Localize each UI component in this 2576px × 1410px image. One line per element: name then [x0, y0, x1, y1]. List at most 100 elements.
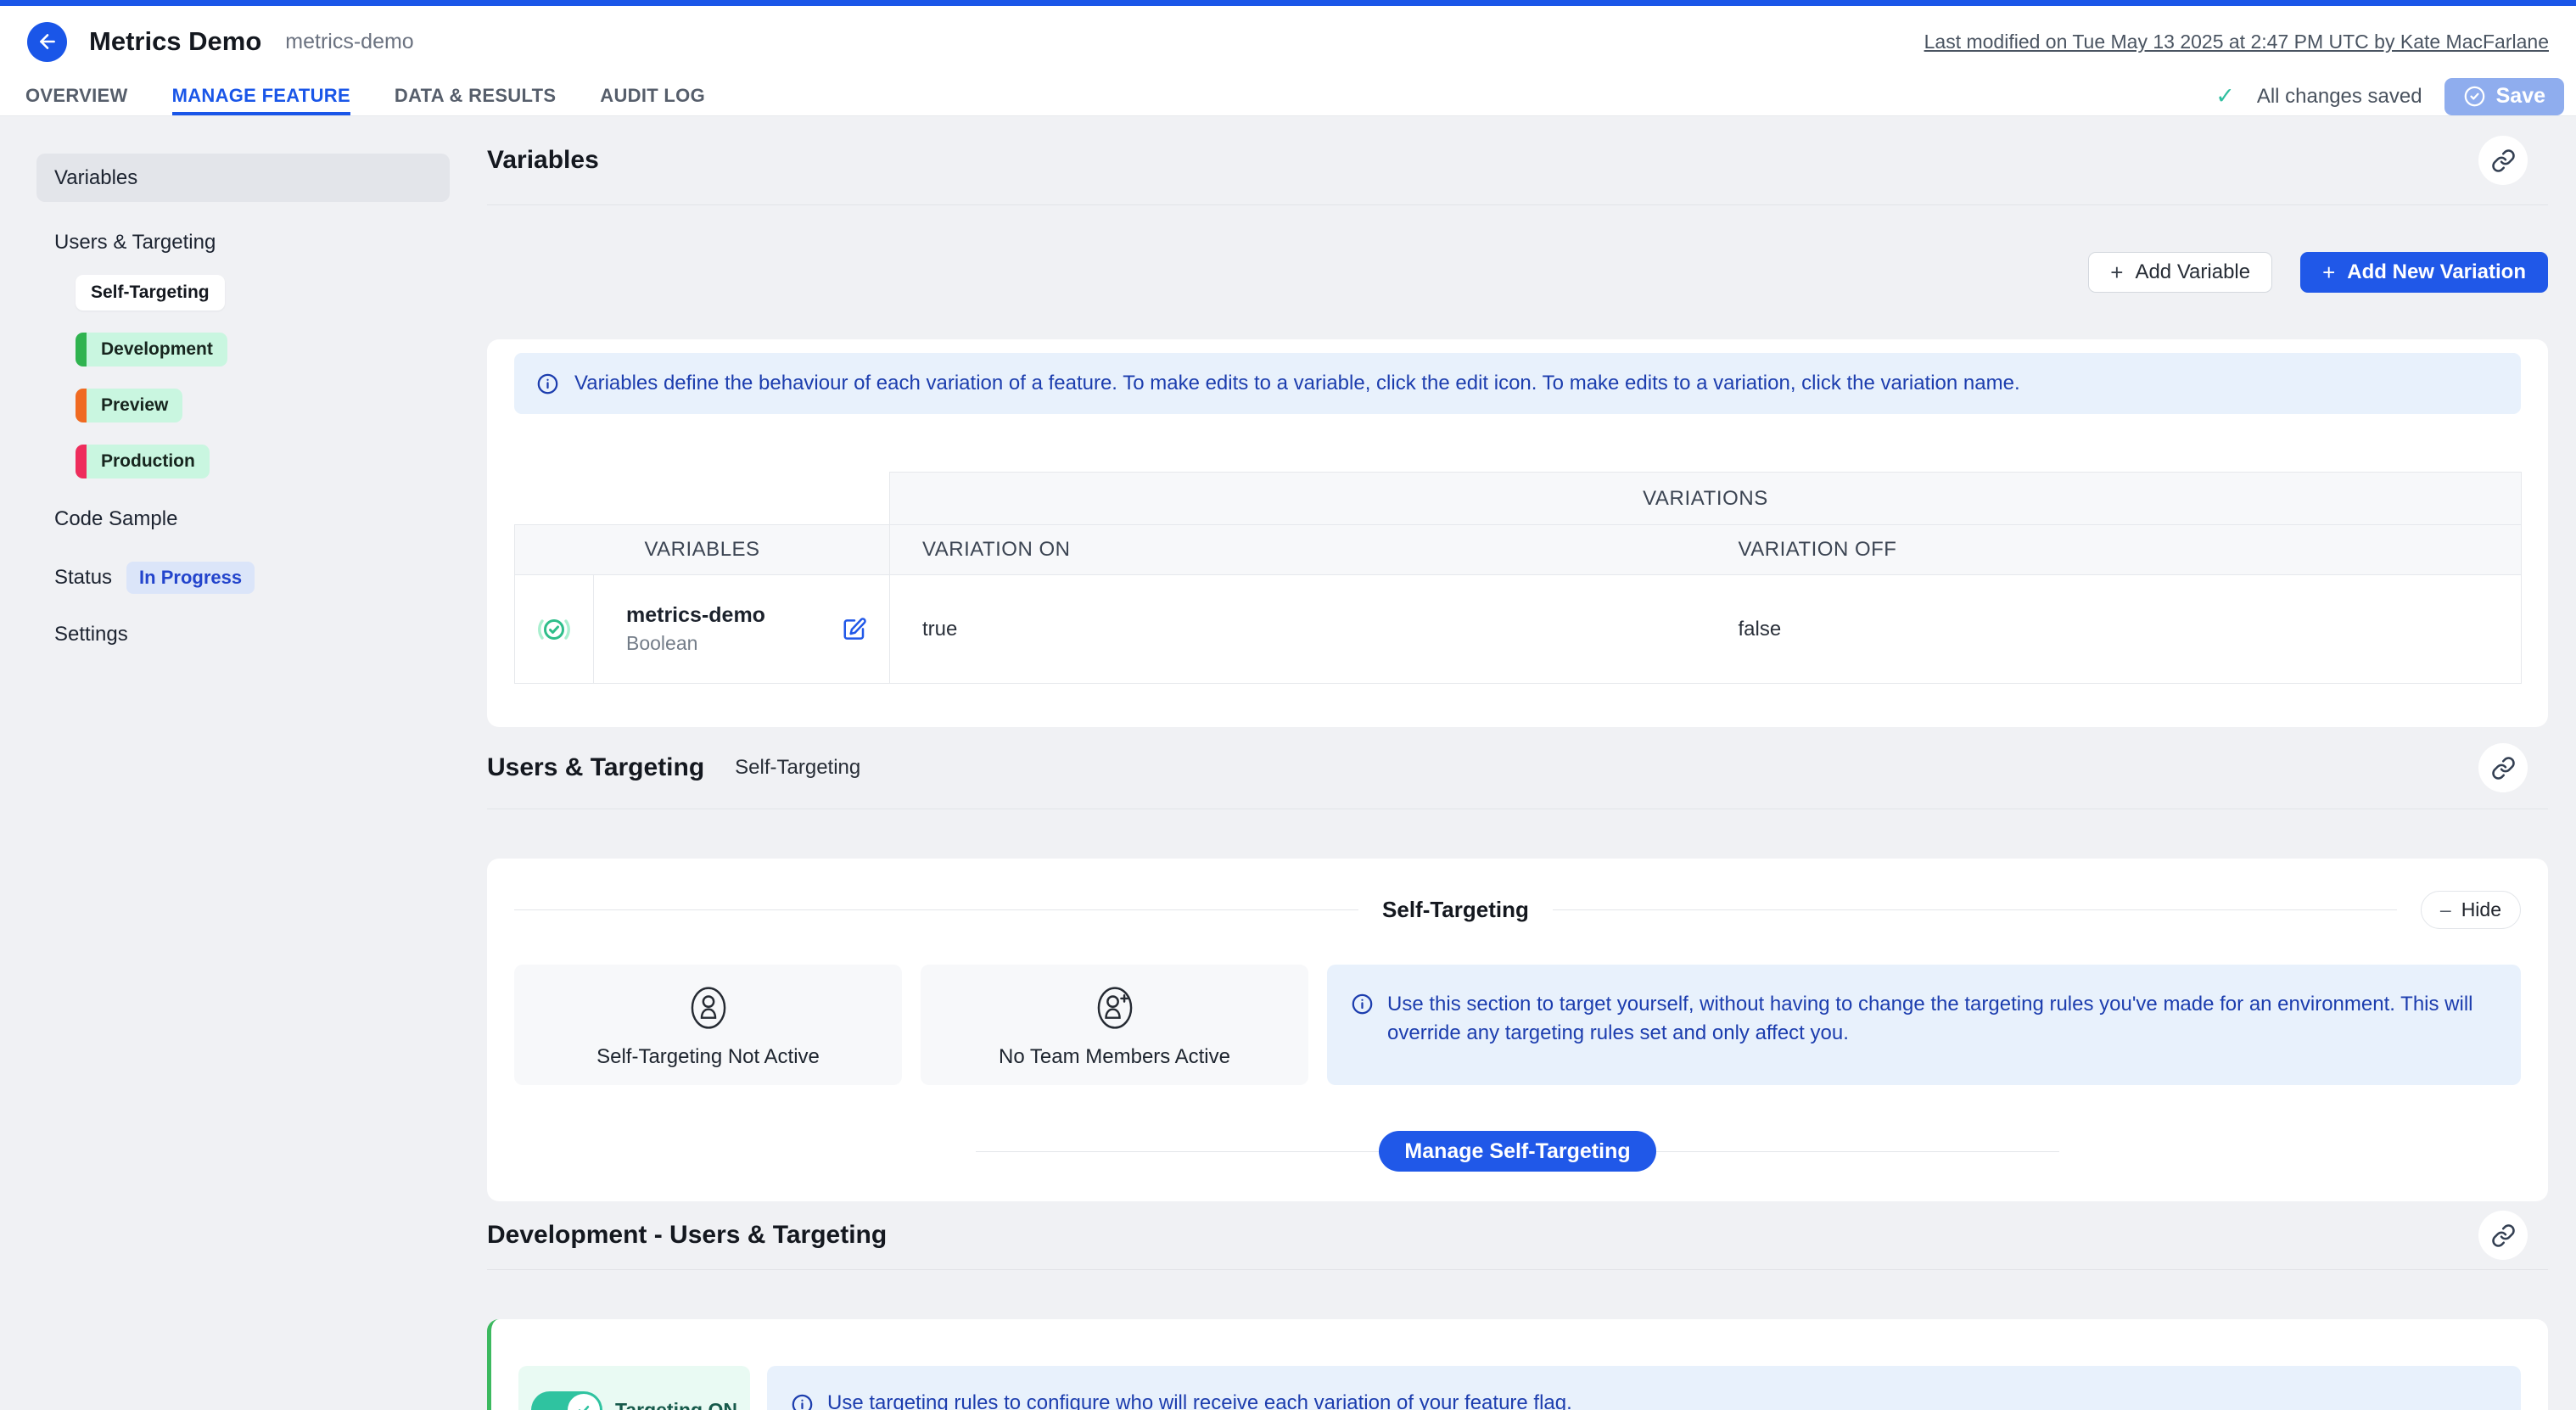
column-header-variables: VARIABLES — [515, 525, 890, 575]
variable-name[interactable]: metrics-demo — [626, 603, 765, 628]
save-button-label: Save — [2496, 84, 2545, 109]
info-icon — [791, 1393, 814, 1410]
users-targeting-anchor-link-button[interactable] — [2478, 743, 2528, 792]
targeting-on-label: Targeting ON — [615, 1399, 737, 1410]
development-section-header: Development - Users & Targeting — [487, 1201, 2548, 1270]
tabs-bar: OVERVIEW MANAGE FEATURE DATA & RESULTS A… — [0, 77, 2576, 116]
development-banner-text: Use targeting rules to configure who wil… — [827, 1391, 1572, 1410]
header: Metrics Demo metrics-demo Last modified … — [0, 6, 2576, 77]
sidebar-item-self-targeting[interactable]: Self-Targeting — [76, 275, 225, 311]
self-targeting-banner-text: Use this section to target yourself, wit… — [1387, 990, 2497, 1047]
development-targeting-card: Targeting ON Use targeting rules to conf… — [487, 1319, 2548, 1410]
sidebar-item-status[interactable]: Status In Progress — [54, 562, 450, 594]
development-anchor-link-button[interactable] — [2478, 1211, 2528, 1260]
variables-section-header: Variables — [487, 116, 2548, 205]
sidebar-item-settings[interactable]: Settings — [54, 623, 450, 646]
self-targeting-title-row: Self-Targeting – Hide — [514, 891, 2521, 929]
add-new-variation-label: Add New Variation — [2347, 260, 2526, 284]
variations-group-header: VARIATIONS — [890, 473, 2522, 525]
divider-line — [1553, 909, 2397, 910]
table-blank-cell — [515, 473, 890, 525]
variable-type-icon — [535, 611, 573, 648]
env-color-bar — [76, 389, 87, 422]
env-label: Production — [87, 445, 210, 478]
sidebar-item-variables[interactable]: Variables — [36, 154, 450, 202]
variables-anchor-link-button[interactable] — [2478, 136, 2528, 185]
edit-variable-button[interactable] — [842, 617, 867, 642]
info-icon — [1351, 993, 1374, 1016]
users-targeting-heading: Users & Targeting — [487, 753, 704, 782]
link-icon — [2491, 756, 2516, 781]
variables-info-banner: Variables define the behaviour of each v… — [514, 353, 2521, 414]
env-label: Development — [87, 333, 227, 366]
development-info-banner: Use targeting rules to configure who wil… — [767, 1366, 2521, 1410]
sidebar-item-code-sample[interactable]: Code Sample — [54, 507, 450, 531]
variation-off-value: false — [1706, 575, 2522, 684]
status-badge: In Progress — [126, 562, 255, 594]
variable-type: Boolean — [626, 632, 765, 655]
tab-manage-feature[interactable]: MANAGE FEATURE — [172, 77, 350, 115]
page-title: Metrics Demo — [89, 26, 261, 57]
env-color-bar — [76, 333, 87, 366]
variables-heading: Variables — [487, 146, 599, 175]
user-plus-icon — [1089, 981, 1140, 1035]
variation-on-value: true — [890, 575, 1706, 684]
self-targeting-status-card: Self-Targeting Not Active — [514, 965, 902, 1085]
self-targeting-status-row: Self-Targeting Not Active No Team Member… — [514, 965, 2521, 1085]
targeting-toggle[interactable] — [531, 1391, 602, 1410]
sidebar-item-env-preview[interactable]: Preview — [76, 389, 182, 422]
main-content: Variables + Add Variable + Add New Varia… — [487, 116, 2548, 1410]
info-icon — [536, 372, 559, 395]
self-targeting-status-label: Self-Targeting Not Active — [596, 1045, 820, 1069]
plus-icon: + — [2110, 260, 2123, 286]
circle-check-icon — [2463, 85, 2486, 108]
sidebar-item-users-targeting[interactable]: Users & Targeting — [54, 231, 450, 255]
save-button[interactable]: Save — [2444, 78, 2564, 115]
arrow-left-icon — [36, 31, 59, 53]
manage-self-targeting-row: Manage Self-Targeting — [514, 1131, 2521, 1172]
user-icon — [683, 981, 734, 1035]
variables-banner-text: Variables define the behaviour of each v… — [574, 372, 2020, 395]
self-targeting-info-banner: Use this section to target yourself, wit… — [1327, 965, 2521, 1085]
tab-overview[interactable]: OVERVIEW — [25, 77, 128, 115]
sidebar-item-env-development[interactable]: Development — [76, 333, 227, 366]
add-new-variation-button[interactable]: + Add New Variation — [2300, 252, 2548, 293]
variable-name-block: metrics-demo Boolean — [594, 575, 765, 683]
variables-table: VARIATIONS VARIABLES VARIATION ON VARIAT… — [514, 472, 2522, 684]
save-status-text: All changes saved — [2257, 85, 2422, 109]
back-button[interactable] — [27, 22, 67, 62]
check-icon: ✓ — [2215, 83, 2235, 109]
tab-data-results[interactable]: DATA & RESULTS — [395, 77, 556, 115]
team-members-status-card: No Team Members Active — [921, 965, 1308, 1085]
hide-button[interactable]: – Hide — [2421, 891, 2521, 929]
link-icon — [2491, 148, 2516, 173]
manage-self-targeting-button[interactable]: Manage Self-Targeting — [1379, 1131, 1655, 1172]
sidebar: Variables Users & Targeting Self-Targeti… — [0, 116, 487, 1410]
development-heading: Development - Users & Targeting — [487, 1221, 887, 1250]
last-modified-link[interactable]: Last modified on Tue May 13 2025 at 2:47… — [1924, 31, 2549, 53]
link-icon — [2491, 1223, 2516, 1248]
add-variable-button[interactable]: + Add Variable — [2088, 252, 2272, 293]
column-header-variation-off: VARIATION OFF — [1706, 525, 2522, 575]
team-members-status-label: No Team Members Active — [999, 1045, 1230, 1069]
targeting-toggle-panel: Targeting ON — [518, 1366, 750, 1410]
minus-icon: – — [2440, 898, 2451, 921]
tab-audit-log[interactable]: AUDIT LOG — [600, 77, 705, 115]
divider-line — [514, 909, 1358, 910]
check-icon — [575, 1402, 592, 1410]
env-color-bar — [76, 445, 87, 478]
status-label: Status — [54, 566, 112, 590]
toggle-knob — [568, 1394, 600, 1410]
column-header-variation-on: VARIATION ON — [890, 525, 1706, 575]
env-label: Preview — [87, 389, 182, 422]
variable-icon-cell — [515, 575, 594, 683]
variables-card: Variables define the behaviour of each v… — [487, 339, 2548, 727]
feature-key: metrics-demo — [285, 30, 413, 54]
save-cluster: ✓ All changes saved Save — [2215, 77, 2576, 115]
tab-list: OVERVIEW MANAGE FEATURE DATA & RESULTS A… — [25, 77, 705, 115]
add-variable-label: Add Variable — [2135, 260, 2250, 284]
hide-button-label: Hide — [2461, 898, 2501, 921]
sidebar-item-env-production[interactable]: Production — [76, 445, 210, 478]
users-targeting-subheading: Self-Targeting — [735, 756, 860, 780]
table-row: metrics-demo Boolean true false — [515, 575, 2522, 684]
